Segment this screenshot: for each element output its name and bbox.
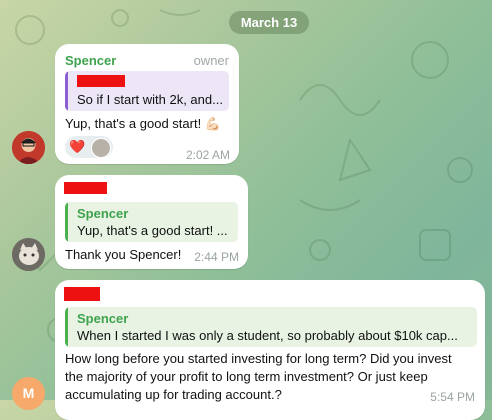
reply-text: When I started I was only a student, so … (77, 328, 458, 343)
redacted-name (64, 182, 107, 194)
message-time: 5:54 PM (430, 390, 475, 404)
message-text-line-3: accumulating up for trading account.? (65, 387, 282, 402)
date-separator: March 13 (229, 11, 309, 34)
message-text-line-2: the majority of your profit to long term… (65, 369, 428, 384)
reply-quote[interactable]: Spencer Yup, that's a good start! ... (65, 202, 238, 242)
reply-bar (65, 202, 68, 242)
message-text-line-1: How long before you started investing fo… (65, 351, 452, 366)
avatar-letter: M (22, 385, 35, 401)
avatar-photo-icon (12, 131, 45, 164)
message-bubble-2[interactable]: Spencer Yup, that's a good start! ... Th… (55, 175, 248, 269)
message-bubble-1[interactable]: Spencer owner So if I start with 2k, and… (55, 44, 239, 164)
reaction-chip[interactable]: ❤️ (65, 136, 113, 158)
message-time: 2:02 AM (185, 148, 230, 162)
reply-text: Yup, that's a good start! ... (77, 223, 228, 238)
message-time: 2:44 PM (194, 250, 239, 264)
avatar-m[interactable]: M (12, 377, 45, 410)
reply-bar (65, 71, 68, 111)
redacted-name (64, 287, 100, 301)
avatar-cat[interactable] (12, 238, 45, 271)
message-text: Thank you Spencer! (65, 247, 182, 262)
message-bubble-3[interactable]: Spencer When I started I was only a stud… (55, 280, 485, 420)
reactor-avatar (91, 138, 111, 158)
message-text: Yup, that's a good start! 💪🏻 (65, 116, 221, 131)
reply-sender: Spencer (77, 206, 129, 221)
heart-icon: ❤️ (69, 139, 86, 154)
reply-quote[interactable]: Spencer When I started I was only a stud… (65, 307, 477, 347)
reply-quote[interactable]: So if I start with 2k, and... (65, 71, 229, 111)
avatar-spencer[interactable] (12, 131, 45, 164)
sender-role: owner (193, 53, 229, 68)
reply-text: So if I start with 2k, and... (77, 92, 223, 107)
reply-bar (65, 307, 68, 347)
redacted-name (77, 75, 125, 87)
cat-photo-icon (12, 238, 45, 271)
reply-sender: Spencer (77, 311, 129, 326)
sender-name[interactable]: Spencer (65, 53, 116, 68)
